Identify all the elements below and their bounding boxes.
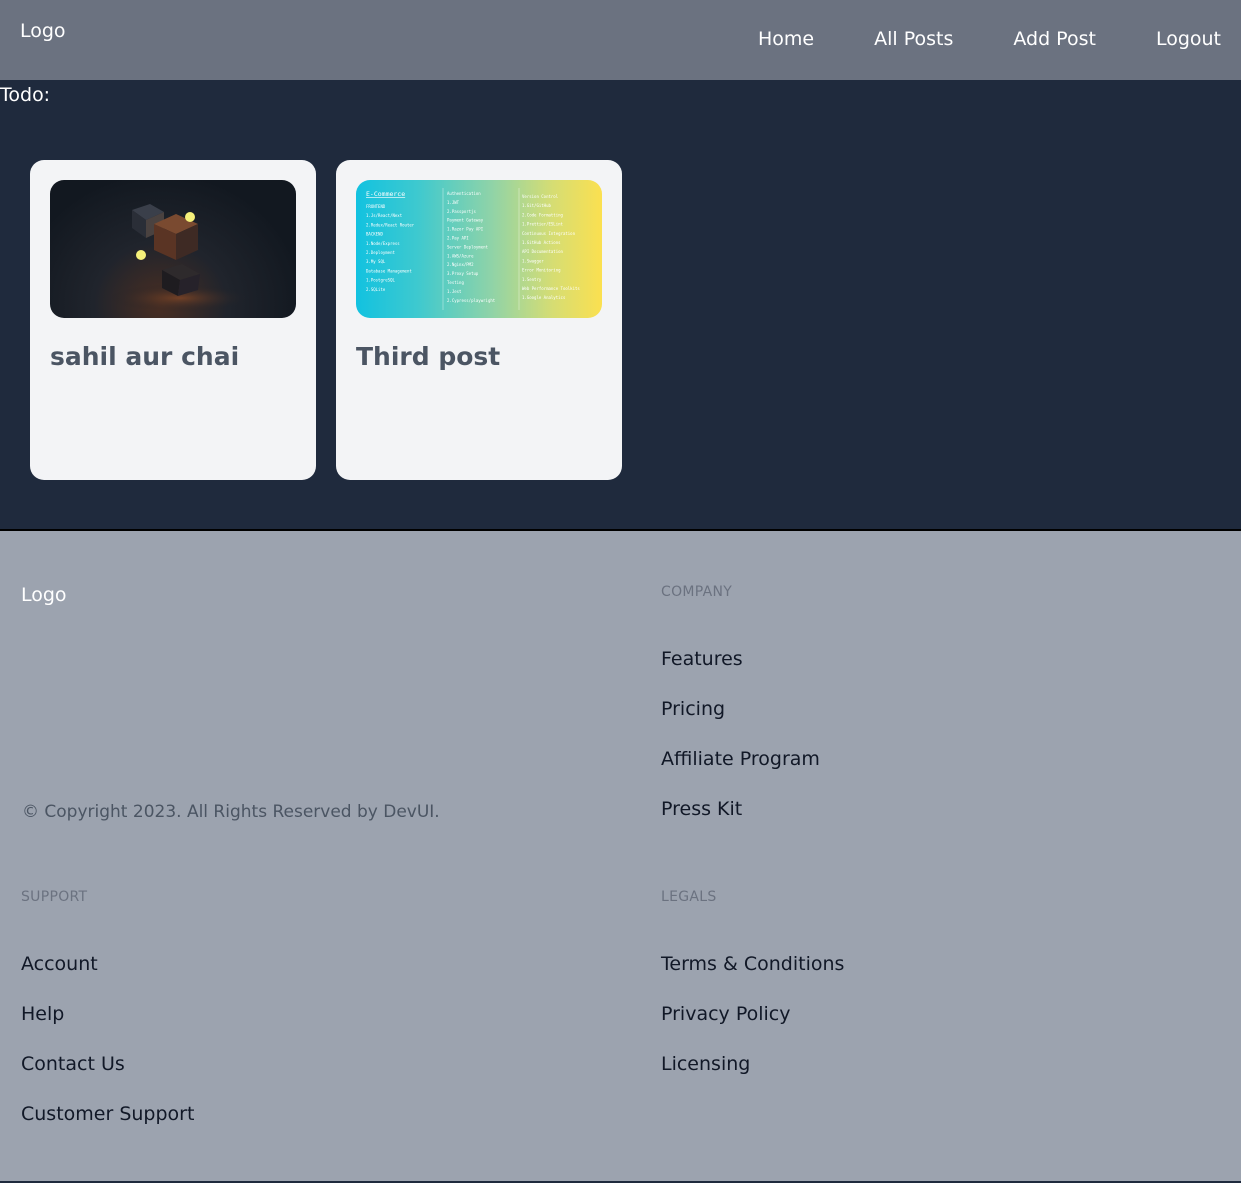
site-footer: Logo © Copyright 2023. All Rights Reserv… (0, 531, 1241, 1181)
footer-link-privacy-policy[interactable]: Privacy Policy (661, 1002, 844, 1052)
roadmap-line: 1.Prettier/ESLint (522, 222, 564, 227)
header-logo[interactable]: Logo (20, 0, 66, 42)
footer-company-column: COMPANY Features Pricing Affiliate Progr… (661, 584, 820, 847)
roadmap-line: 1.Sentry (522, 277, 542, 282)
roadmap-line: FRONTEND (366, 204, 386, 209)
roadmap-line: 2.Deployment (366, 250, 395, 255)
roadmap-line: 1.GitHub Actions (522, 240, 561, 245)
roadmap-line: API Documentation (522, 249, 564, 254)
nav-home-link[interactable]: Home (758, 28, 814, 50)
todo-label: Todo: (0, 84, 51, 106)
roadmap-line: 1.AWS/Azure (447, 253, 474, 258)
roadmap-line: Database Management (366, 268, 412, 273)
footer-link-pricing[interactable]: Pricing (661, 697, 820, 747)
3d-cubes-image (110, 204, 250, 312)
footer-support-heading: SUPPORT (21, 889, 88, 905)
roadmap-line: Server Deployment (447, 244, 489, 249)
ecommerce-roadmap-image: E-Commerce FRONTEND 1.Js/React/Next 2.Redu… (366, 188, 580, 310)
footer-legals-column: LEGALS Terms & Conditions Privacy Policy… (661, 889, 844, 1102)
roadmap-heading: E-Commerce (366, 190, 405, 198)
roadmap-line: Payment Gateway (447, 218, 484, 223)
roadmap-line: 2.SQLite (366, 287, 386, 292)
post-card-list: sahil aur chai E-Commerce FRONTEND 1.Js/R… (30, 160, 622, 480)
roadmap-line: 3.My SQL (366, 259, 386, 264)
footer-link-account[interactable]: Account (21, 952, 194, 1002)
nav-add-post-link[interactable]: Add Post (1013, 28, 1096, 50)
footer-link-affiliate-program[interactable]: Affiliate Program (661, 747, 820, 797)
post-thumbnail[interactable]: E-Commerce FRONTEND 1.Js/React/Next 2.Redu… (356, 180, 602, 318)
roadmap-line: 2.Cypress/playwright (447, 298, 496, 303)
footer-support-column: SUPPORT Account Help Contact Us Customer… (21, 889, 194, 1152)
nav-all-posts-link[interactable]: All Posts (874, 28, 953, 50)
roadmap-line: 1.Node/Express (366, 241, 400, 246)
footer-link-help[interactable]: Help (21, 1002, 194, 1052)
post-title[interactable]: sahil aur chai (50, 342, 296, 371)
nav-logout-link[interactable]: Logout (1156, 28, 1221, 50)
footer-link-press-kit[interactable]: Press Kit (661, 797, 820, 847)
roadmap-line: 1.Js/React/Next (366, 213, 403, 218)
post-thumbnail[interactable] (50, 180, 296, 318)
post-card[interactable]: sahil aur chai (30, 160, 316, 480)
footer-link-features[interactable]: Features (661, 647, 820, 697)
roadmap-line: Error Monitoring (522, 268, 561, 273)
roadmap-line: 2.Redux/React Router (366, 222, 415, 227)
post-title[interactable]: Third post (356, 342, 602, 371)
footer-link-contact-us[interactable]: Contact Us (21, 1052, 194, 1102)
roadmap-line: Authentication (447, 191, 481, 196)
copyright-text: © Copyright 2023. All Rights Reserved by… (22, 802, 440, 822)
site-header: Logo Home All Posts Add Post Logout (0, 0, 1241, 80)
roadmap-line: 1.Razor Pay API (447, 227, 484, 232)
roadmap-line: Version Control (522, 194, 559, 199)
roadmap-line: 3.Proxy Setup (447, 271, 479, 276)
footer-legals-heading: LEGALS (661, 889, 717, 905)
roadmap-line: 2.Pay API (447, 236, 469, 241)
footer-link-customer-support[interactable]: Customer Support (21, 1102, 194, 1152)
roadmap-line: Web Performance Toolkits (522, 286, 580, 291)
roadmap-line: 1.Git/GitHub (522, 203, 551, 208)
footer-link-licensing[interactable]: Licensing (661, 1052, 844, 1102)
footer-logo[interactable]: Logo (21, 584, 67, 606)
roadmap-line: 2.Nginx/PM2 (447, 262, 474, 267)
roadmap-line: Continuous Integration (522, 231, 576, 236)
roadmap-line: 1.JWT (447, 200, 460, 205)
roadmap-line: 1.Swagger (522, 258, 544, 263)
roadmap-line: 2.Passportjs (447, 209, 476, 214)
post-card[interactable]: E-Commerce FRONTEND 1.Js/React/Next 2.Redu… (336, 160, 622, 480)
roadmap-line: 1.Jest (447, 289, 462, 294)
roadmap-line: BACKEND (366, 232, 383, 237)
roadmap-line: 1.Google Analytics (522, 295, 566, 300)
roadmap-line: 1.PostgreSQL (366, 278, 395, 283)
footer-company-heading: COMPANY (661, 584, 733, 600)
roadmap-line: Testing (447, 280, 464, 285)
main-content: Todo: sahil aur chai E-Commerce FRONTEND… (0, 80, 1241, 531)
footer-link-terms-conditions[interactable]: Terms & Conditions (661, 952, 844, 1002)
roadmap-line: 2.Code Formatting (522, 212, 564, 217)
main-nav: Home All Posts Add Post Logout (758, 0, 1221, 50)
